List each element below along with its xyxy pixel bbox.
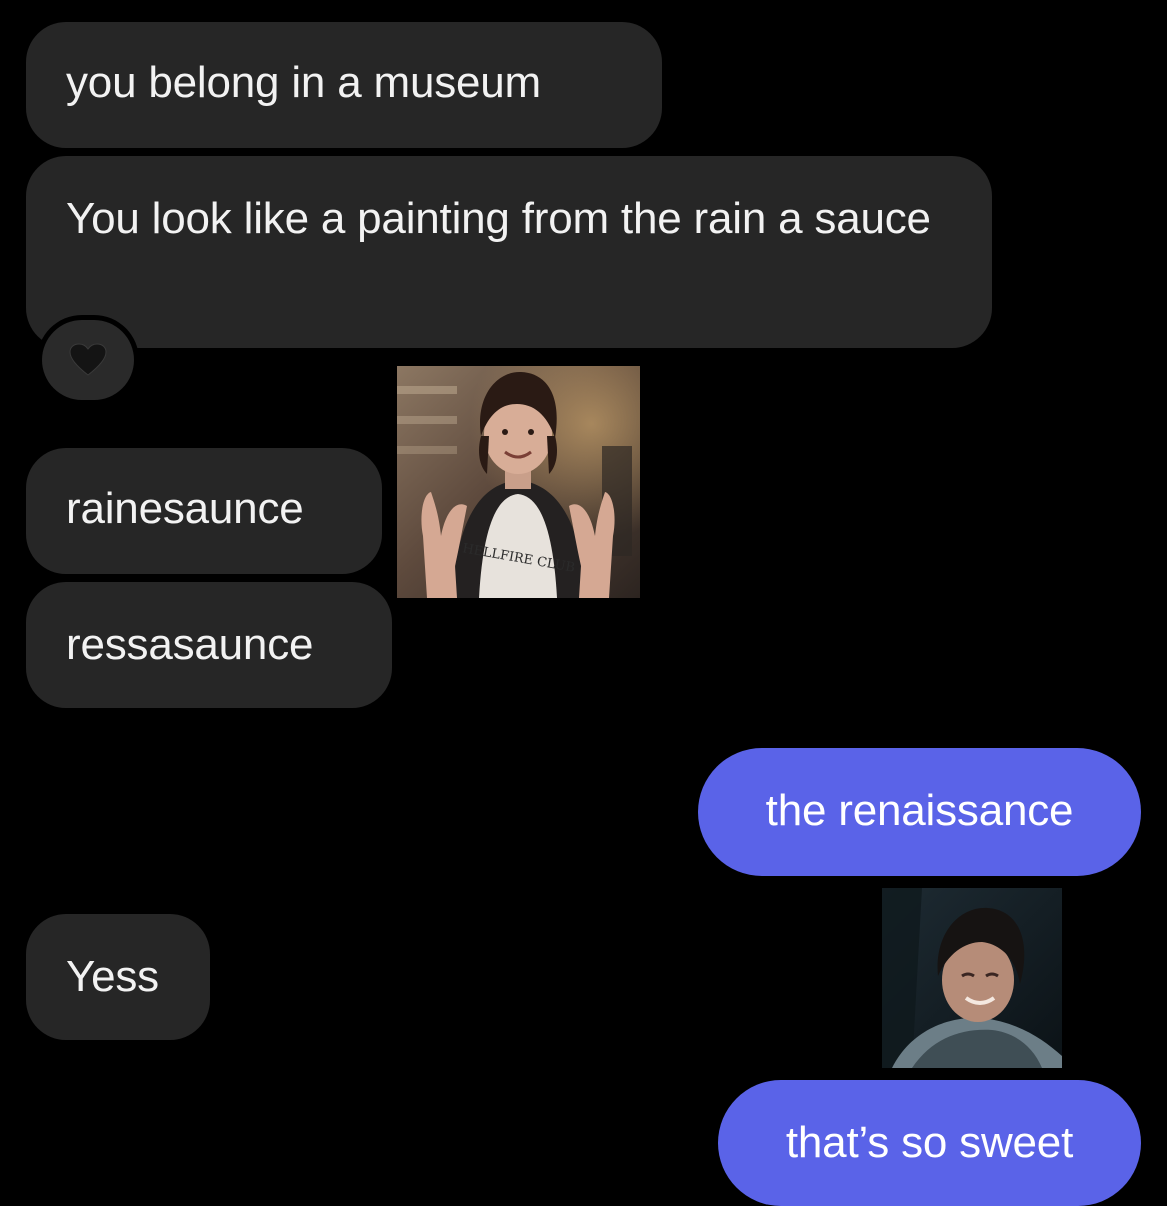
message-text: ressasaunce <box>66 620 314 669</box>
incoming-message[interactable]: ressasaunce <box>26 582 392 708</box>
outgoing-message[interactable]: the renaissance <box>698 748 1141 876</box>
outgoing-message[interactable]: that’s so sweet <box>718 1080 1141 1206</box>
black-heart-icon <box>69 343 107 376</box>
message-text: Yess <box>66 952 159 1001</box>
reaction-badge[interactable] <box>42 320 134 400</box>
photo-sticker-image: HELLFIRE CLUB <box>397 366 640 598</box>
photo-sticker-image <box>882 888 1062 1068</box>
incoming-message[interactable]: You look like a painting from the rain a… <box>26 156 992 348</box>
incoming-message[interactable]: you belong in a museum <box>26 22 662 148</box>
message-text: rainesaunce <box>66 484 304 533</box>
message-text: the renaissance <box>765 786 1074 835</box>
message-text: You look like a painting from the rain a… <box>66 194 931 243</box>
photo-sticker[interactable]: HELLFIRE CLUB <box>397 366 640 598</box>
incoming-message[interactable]: Yess <box>26 914 210 1040</box>
message-thread: you belong in a museum You look like a p… <box>0 0 1167 1206</box>
message-text: you belong in a museum <box>66 58 542 107</box>
incoming-message[interactable]: rainesaunce <box>26 448 382 574</box>
message-text: that’s so sweet <box>785 1118 1074 1167</box>
photo-sticker[interactable] <box>882 888 1062 1068</box>
